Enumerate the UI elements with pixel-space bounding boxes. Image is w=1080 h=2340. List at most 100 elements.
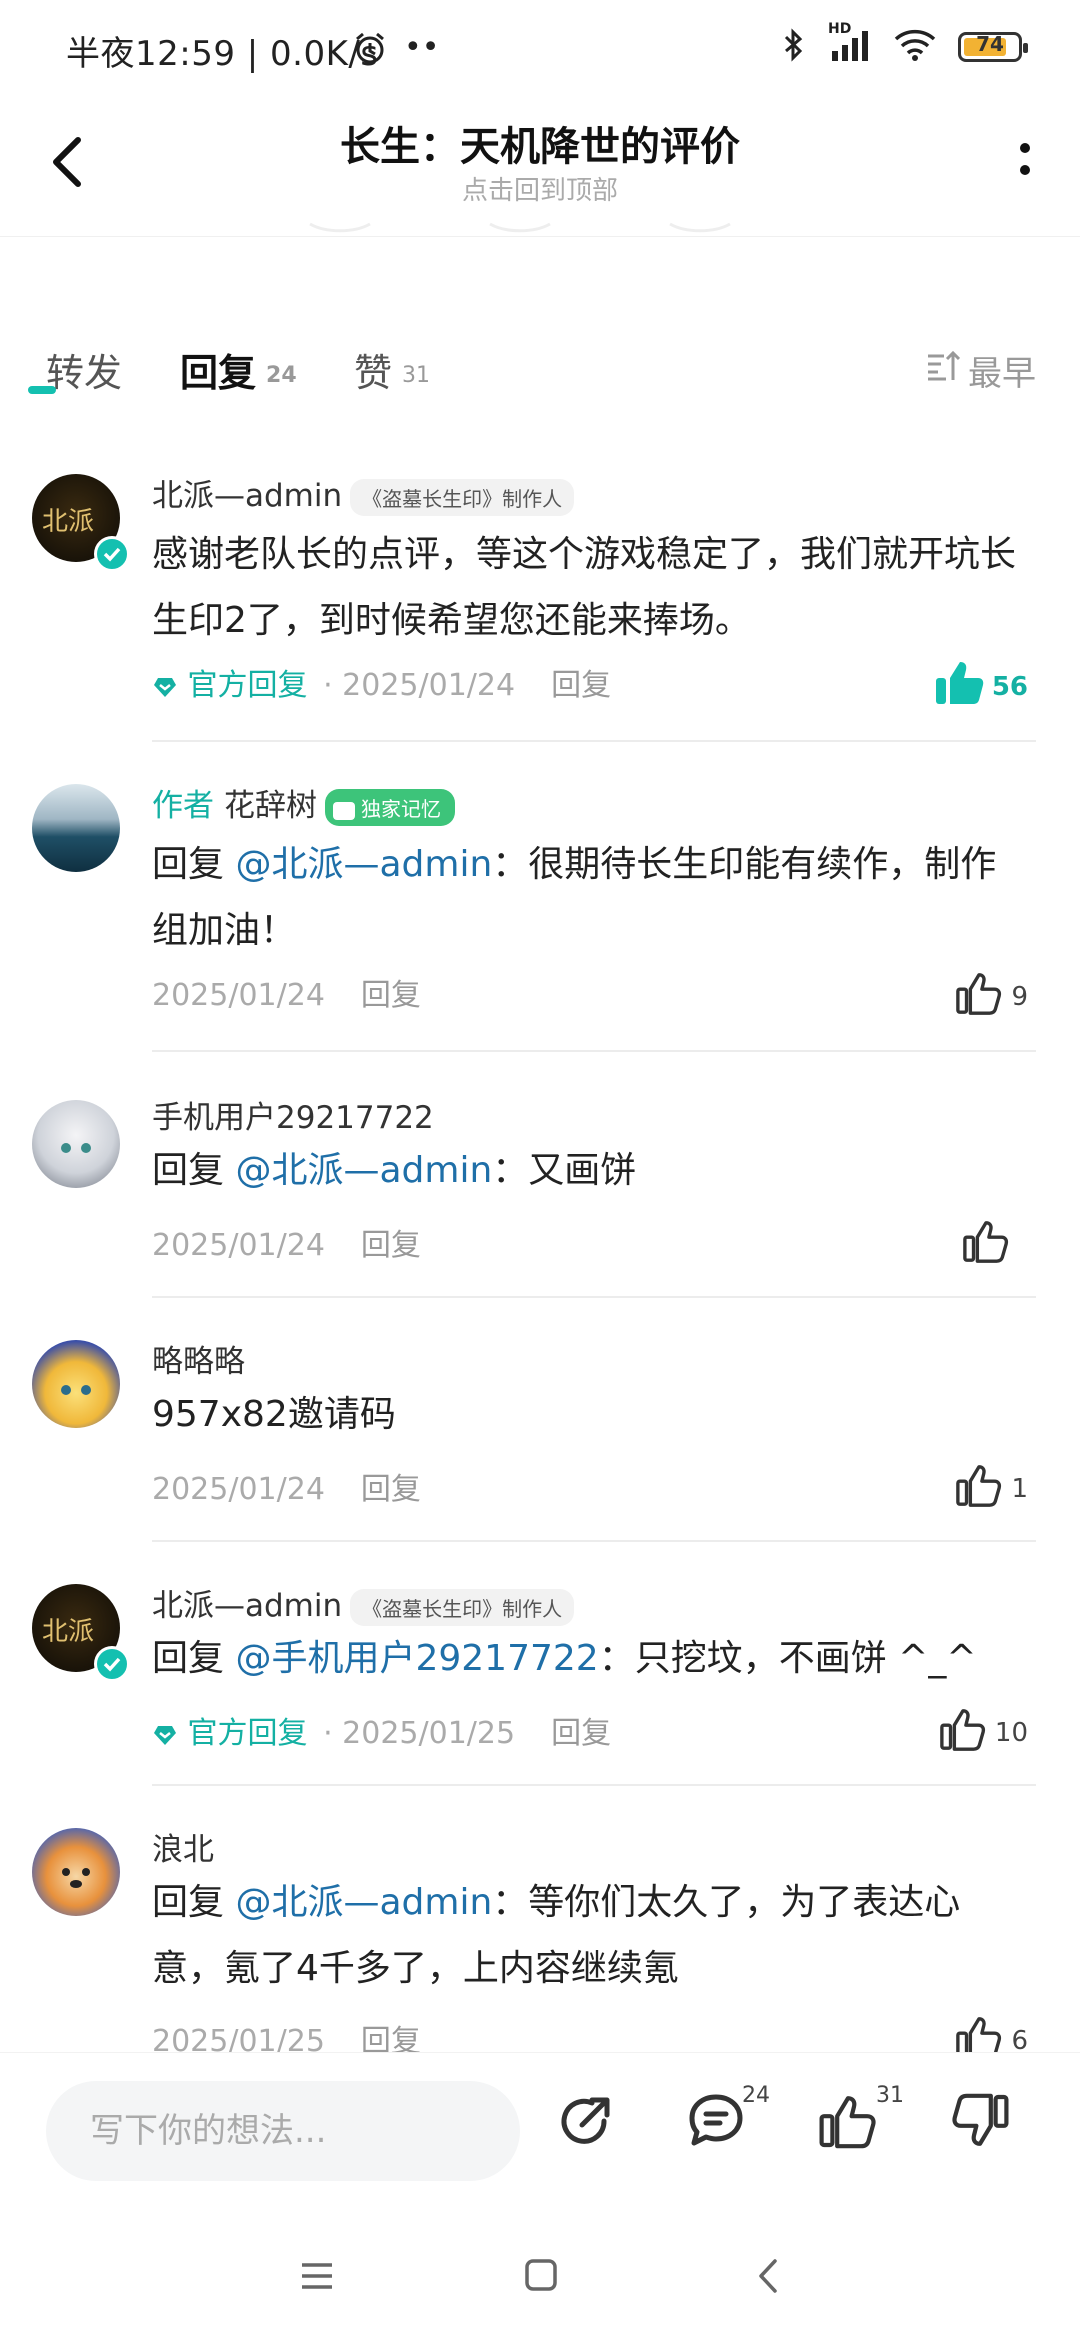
like-count: 1 bbox=[1011, 1473, 1028, 1504]
thumbs-down-icon[interactable] bbox=[950, 2091, 1010, 2155]
comment-date: 2025/01/25 bbox=[152, 2024, 325, 2052]
signal-icon: HD bbox=[828, 21, 872, 65]
thumbs-up-filled-icon bbox=[934, 660, 984, 713]
tab-replies-count: 24 bbox=[266, 363, 297, 388]
reply-button[interactable]: 回复 bbox=[361, 2024, 421, 2052]
like-button[interactable]: 6 bbox=[955, 2014, 1028, 2052]
svg-text:北派: 北派 bbox=[42, 507, 94, 537]
tab-likes-count: 31 bbox=[402, 363, 431, 388]
bluetooth-icon bbox=[782, 28, 806, 66]
like-button[interactable]: 9 bbox=[955, 970, 1028, 1023]
reply-button[interactable]: 回复 bbox=[361, 1472, 421, 1507]
status-bar: 半夜12:59 | 0.0K/s •• HD 74 bbox=[0, 0, 1080, 96]
like-button[interactable]: 10 bbox=[939, 1706, 1028, 1759]
mention-link[interactable]: @北派—admin bbox=[235, 844, 492, 885]
thumbs-up-icon bbox=[962, 1218, 1010, 1271]
home-icon[interactable] bbox=[524, 2258, 558, 2296]
tab-forward[interactable]: 转发 bbox=[46, 342, 122, 397]
share-icon[interactable] bbox=[556, 2091, 616, 2155]
thumbs-up-icon bbox=[955, 2014, 1003, 2052]
thumbs-up-icon bbox=[939, 1706, 987, 1759]
official-reply-tag: 官方回复 bbox=[152, 1716, 317, 1751]
comment-item: 浪北 回复 @北派—admin：等你们太久了，为了表达心意，氪了4千多了，上内容… bbox=[0, 1824, 1080, 2052]
author-name: 浪北 bbox=[152, 1832, 214, 1868]
comment-author[interactable]: 北派—admin 《盗墓长生印》制作人 bbox=[152, 1580, 575, 1626]
avatar[interactable] bbox=[32, 1828, 120, 1916]
sort-label: 最早 bbox=[968, 354, 1036, 394]
battery-icon: 74 bbox=[958, 32, 1028, 62]
comment-author[interactable]: 浪北 bbox=[152, 1824, 214, 1869]
mention-link[interactable]: @手机用户29217722 bbox=[235, 1638, 598, 1679]
comment-text: 回复 @北派—admin：又画饼 bbox=[152, 1138, 1032, 1204]
comment-author[interactable]: 作者 花辞树 独家记忆 bbox=[152, 780, 455, 826]
more-options-icon[interactable] bbox=[1010, 136, 1040, 186]
comment-icon[interactable] bbox=[686, 2091, 746, 2155]
page-title[interactable]: 长生：天机降世的评价 bbox=[0, 114, 1080, 172]
avatar[interactable] bbox=[32, 1100, 120, 1188]
comment-text: 957x82邀请码 bbox=[152, 1394, 396, 1435]
reply-button[interactable]: 回复 bbox=[361, 978, 421, 1013]
thumbs-up-icon[interactable] bbox=[818, 2091, 878, 2155]
comment-meta: 2025/01/25 回复 bbox=[152, 2016, 421, 2052]
like-total-count: 31 bbox=[876, 2083, 904, 2108]
official-reply-label: 官方回复 bbox=[187, 668, 308, 703]
reply-button[interactable]: 回复 bbox=[551, 1716, 611, 1751]
tab-likes[interactable]: 赞 31 bbox=[354, 342, 430, 397]
tab-likes-label: 赞 bbox=[354, 351, 393, 395]
comment-date: · 2025/01/25 bbox=[323, 1716, 516, 1751]
like-count: 10 bbox=[994, 1717, 1028, 1748]
reply-button[interactable]: 回复 bbox=[551, 668, 611, 703]
avatar[interactable] bbox=[32, 784, 120, 872]
tab-replies[interactable]: 回复 24 bbox=[180, 342, 297, 397]
maker-tag: 《盗墓长生印》制作人 bbox=[350, 1589, 575, 1626]
tab-forward-label: 转发 bbox=[46, 351, 123, 395]
achievement-badge: 独家记忆 bbox=[325, 789, 455, 826]
author-name: 北派—admin bbox=[152, 1588, 343, 1624]
comment-meta: 官方回复 · 2025/01/24 回复 bbox=[152, 660, 611, 704]
comment-author[interactable]: 略略略 bbox=[152, 1336, 245, 1381]
comment-count: 24 bbox=[742, 2083, 770, 2108]
sort-toggle[interactable]: 最早 bbox=[926, 346, 1036, 395]
official-reply-tag: 官方回复 bbox=[152, 668, 317, 703]
comment-text: 回复 @北派—admin：很期待长生印能有续作，制作组加油！ bbox=[152, 832, 1032, 964]
mention-link[interactable]: @北派—admin bbox=[235, 1882, 492, 1923]
top-navigation-bar: 长生：天机降世的评价 点击回到顶部 bbox=[0, 96, 1080, 237]
comment-author[interactable]: 北派—admin 《盗墓长生印》制作人 bbox=[152, 470, 575, 516]
divider bbox=[152, 1050, 1036, 1052]
comment-text: 感谢老队长的点评，等这个游戏稳定了，我们就开坑长生印2了，到时候希望您还能来捧场… bbox=[152, 534, 1017, 641]
system-navigation-bar bbox=[0, 2212, 1080, 2340]
comment-author[interactable]: 手机用户29217722 bbox=[152, 1092, 434, 1137]
like-count: 9 bbox=[1011, 981, 1028, 1012]
tab-bar: 转发 回复 24 赞 31 最早 bbox=[0, 330, 1080, 410]
menu-icon[interactable] bbox=[300, 2260, 334, 2296]
alarm-icon bbox=[352, 30, 388, 70]
tab-indicator bbox=[28, 386, 56, 394]
divider bbox=[152, 1296, 1036, 1298]
bottom-action-bar: 写下你的想法... 24 31 bbox=[0, 2052, 1080, 2213]
maker-tag: 《盗墓长生印》制作人 bbox=[350, 479, 575, 516]
like-count: 56 bbox=[991, 671, 1028, 702]
reply-button[interactable]: 回复 bbox=[361, 1228, 421, 1263]
back-icon[interactable] bbox=[756, 2258, 780, 2298]
reply-prefix: 回复 bbox=[152, 844, 225, 885]
like-button[interactable] bbox=[962, 1218, 1018, 1271]
avatar[interactable] bbox=[32, 1340, 120, 1428]
official-reply-label: 官方回复 bbox=[187, 1716, 308, 1751]
back-to-top-hint[interactable]: 点击回到顶部 bbox=[0, 170, 1080, 207]
tab-replies-label: 回复 bbox=[180, 351, 257, 395]
like-button[interactable]: 1 bbox=[955, 1462, 1028, 1515]
like-count: 6 bbox=[1011, 2025, 1028, 2053]
status-time-speed: 半夜12:59 | 0.0K/s bbox=[66, 34, 379, 74]
scrolled-content-remnant bbox=[300, 222, 780, 242]
comment-meta: 2025/01/24 回复 bbox=[152, 1220, 421, 1264]
reply-prefix: 回复 bbox=[152, 1882, 225, 1923]
author-name: 略略略 bbox=[152, 1344, 245, 1380]
comment-date: 2025/01/24 bbox=[152, 1228, 325, 1263]
comment-input[interactable]: 写下你的想法... bbox=[46, 2081, 520, 2181]
like-button[interactable]: 56 bbox=[934, 660, 1028, 713]
divider bbox=[152, 740, 1036, 742]
mention-link[interactable]: @北派—admin bbox=[235, 1150, 492, 1191]
verified-icon bbox=[94, 536, 130, 572]
comment-meta: 2025/01/24 回复 bbox=[152, 1464, 421, 1508]
author-name: 北派—admin bbox=[152, 478, 343, 514]
